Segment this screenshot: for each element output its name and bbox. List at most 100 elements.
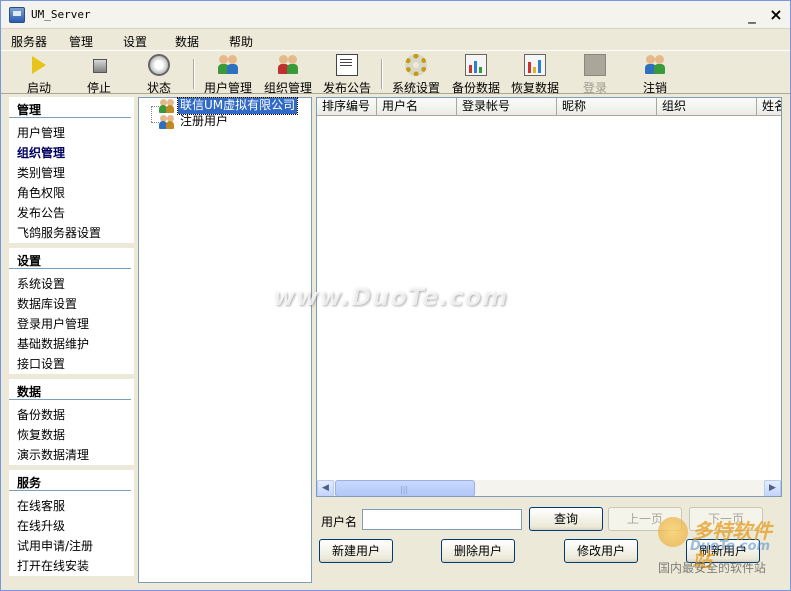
bar-icon-part: [474, 61, 477, 73]
menu-data[interactable]: 数据: [175, 33, 199, 50]
title-bar[interactable]: UM_Server _ ×: [1, 1, 790, 29]
nav-item-publish-notice[interactable]: 发布公告: [17, 204, 65, 221]
status-button[interactable]: 状态: [129, 52, 189, 95]
scroll-left-button[interactable]: ◀: [317, 480, 334, 496]
restore-label: 恢复数据: [510, 81, 559, 95]
next-page-button[interactable]: 下一页: [689, 507, 763, 531]
stop-button[interactable]: 停止: [69, 52, 129, 95]
bar-icon-part: [479, 67, 482, 73]
nav-item-trial-register[interactable]: 试用申请/注册: [17, 537, 93, 554]
app-window: UM_Server _ × 服务器 管理 设置 数据 帮助 启动 停止 状态 用…: [0, 0, 791, 591]
bar-icon-part: [533, 67, 536, 73]
status-icon: [148, 54, 170, 76]
menu-bar: 服务器 管理 设置 数据 帮助: [1, 30, 790, 50]
start-label: 启动: [26, 81, 51, 95]
prev-page-button[interactable]: 上一页: [608, 507, 682, 531]
left-nav: 管理 用户管理 组织管理 类别管理 角色权限 发布公告 飞鸽服务器设置 设置 系…: [9, 97, 134, 583]
nav-item-database-settings[interactable]: 数据库设置: [17, 295, 77, 312]
backup-label: 备份数据: [451, 81, 500, 95]
user-body-icon: [287, 64, 298, 74]
nav-item-category[interactable]: 类别管理: [17, 164, 65, 181]
column-header-organization[interactable]: 组织: [657, 98, 757, 116]
bar-icon-part: [538, 60, 541, 73]
nav-header-settings: 设置: [17, 254, 42, 268]
scroll-right-button[interactable]: ▶: [764, 480, 781, 496]
nav-item-feige-server[interactable]: 飞鸽服务器设置: [17, 224, 101, 241]
play-icon: [32, 56, 46, 74]
toolbar-separator: [381, 59, 383, 89]
login-button[interactable]: 登录: [565, 52, 625, 95]
nav-divider: [9, 268, 131, 269]
menu-help[interactable]: 帮助: [229, 33, 253, 50]
menu-server[interactable]: 服务器: [11, 33, 47, 50]
stop-icon: [88, 54, 110, 76]
username-search-input[interactable]: [362, 509, 522, 530]
column-header-name[interactable]: 姓名: [757, 98, 781, 116]
nav-item-organization[interactable]: 组织管理: [17, 144, 65, 161]
scroll-thumb[interactable]: |||: [335, 480, 475, 496]
nav-section-settings: 设置 系统设置 数据库设置 登录用户管理 基础数据维护 接口设置: [9, 248, 134, 374]
nav-item-demo-cleanup[interactable]: 演示数据清理: [17, 446, 89, 463]
restore-button[interactable]: 恢复数据: [505, 52, 565, 95]
close-button[interactable]: ×: [765, 5, 787, 25]
login-label: 登录: [582, 81, 607, 95]
nav-item-online-upgrade[interactable]: 在线升级: [17, 517, 65, 534]
user-head-icon: [288, 55, 297, 64]
nav-item-base-data[interactable]: 基础数据维护: [17, 335, 89, 352]
organization-button[interactable]: 组织管理: [258, 52, 318, 95]
users-group-icon: [159, 114, 175, 130]
username-label: 用户名: [321, 515, 358, 529]
nav-header-manage: 管理: [17, 103, 42, 117]
user-body-icon: [227, 64, 238, 74]
delete-user-button[interactable]: 删除用户: [441, 539, 515, 563]
system-settings-button[interactable]: 系统设置: [386, 52, 446, 95]
user-head-icon: [228, 55, 237, 64]
nav-item-online-support[interactable]: 在线客服: [17, 497, 65, 514]
user-body-icon: [654, 64, 665, 74]
menu-settings[interactable]: 设置: [123, 33, 147, 50]
user-grid[interactable]: 排序编号 用户名 登录帐号 昵称 组织 姓名 ◀ ||| ▶: [316, 97, 782, 497]
column-header-username[interactable]: 用户名: [377, 98, 457, 116]
nav-item-interface-settings[interactable]: 接口设置: [17, 355, 65, 372]
nav-item-login-user-management[interactable]: 登录用户管理: [17, 315, 89, 332]
backup-button[interactable]: 备份数据: [446, 52, 506, 95]
window-title: UM_Server: [31, 8, 91, 21]
notice-icon: [336, 54, 358, 76]
edit-user-button[interactable]: 修改用户: [564, 539, 638, 563]
nav-header-data: 数据: [17, 385, 42, 399]
notice-button[interactable]: 发布公告: [317, 52, 377, 95]
nav-item-role-permission[interactable]: 角色权限: [17, 184, 65, 201]
organization-tree[interactable]: 联信UM虚拟有限公司 注册用户: [138, 97, 312, 583]
nav-item-user-management[interactable]: 用户管理: [17, 124, 65, 141]
start-button[interactable]: 启动: [9, 52, 69, 95]
menu-manage[interactable]: 管理: [69, 33, 93, 50]
nav-item-online-install[interactable]: 打开在线安装: [17, 557, 89, 574]
scroll-grip-icon: |||: [400, 485, 409, 494]
user-management-label: 用户管理: [203, 81, 252, 95]
organization-label: 组织管理: [263, 81, 312, 95]
column-header-login-account[interactable]: 登录帐号: [457, 98, 557, 116]
user-head-icon: [279, 55, 288, 64]
refresh-user-button[interactable]: 刷新用户: [686, 539, 760, 563]
stop-label: 停止: [86, 81, 111, 95]
tree-node-label: 注册用户: [180, 114, 229, 128]
new-user-button[interactable]: 新建用户: [319, 539, 393, 563]
restore-icon: [524, 54, 546, 76]
query-button[interactable]: 查询: [529, 507, 603, 531]
column-header-nickname[interactable]: 昵称: [557, 98, 657, 116]
tree-node-label: 联信UM虚拟有限公司: [176, 97, 299, 115]
horizontal-scrollbar[interactable]: ◀ ||| ▶: [317, 480, 781, 496]
minimize-button[interactable]: _: [741, 5, 763, 25]
nav-section-manage: 管理 用户管理 组织管理 类别管理 角色权限 发布公告 飞鸽服务器设置: [9, 97, 134, 243]
column-header-sort-no[interactable]: 排序编号: [317, 98, 377, 116]
logout-button[interactable]: 注销: [625, 52, 685, 95]
user-controls: 用户名 查询 上一页 下一页 新建用户 删除用户 修改用户 刷新用户: [316, 499, 782, 583]
organization-icon: [277, 54, 299, 76]
user-body-icon: [166, 121, 174, 129]
user-management-button[interactable]: 用户管理: [198, 52, 258, 95]
nav-item-system-settings[interactable]: 系统设置: [17, 275, 65, 292]
nav-item-restore[interactable]: 恢复数据: [17, 426, 65, 443]
nav-item-backup[interactable]: 备份数据: [17, 406, 65, 423]
backup-icon: [465, 54, 487, 76]
gear-icon: [405, 54, 427, 76]
